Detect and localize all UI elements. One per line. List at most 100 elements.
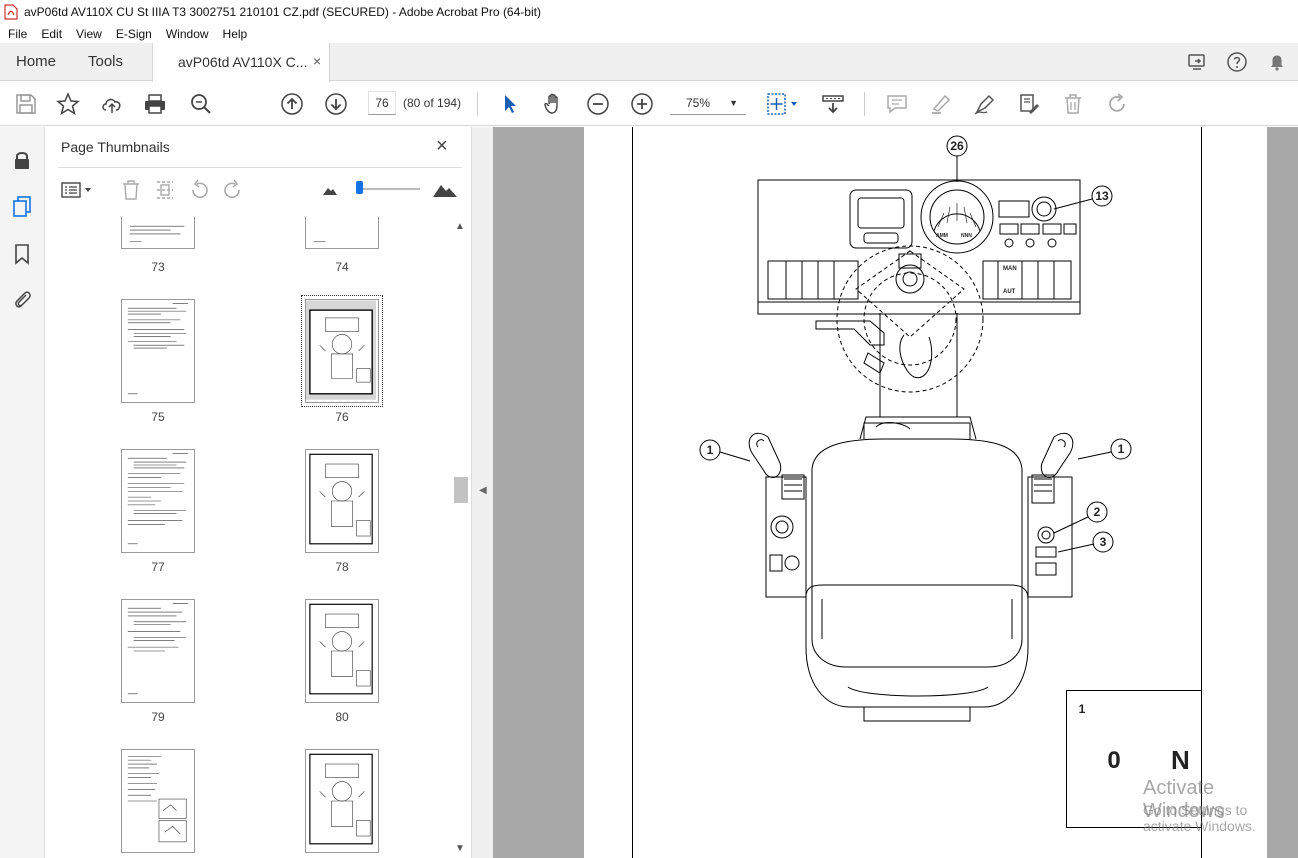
menu-help[interactable]: Help — [216, 27, 255, 41]
callout-2: 2 — [1093, 505, 1101, 519]
page-label: 80 — [335, 710, 349, 724]
zoom-level-dropdown[interactable]: 75% ▼ — [670, 91, 746, 115]
callout-1-right: 1 — [1117, 442, 1125, 456]
pdf-page: 26 13 1 1 2 3 MAN AUT AMM NNN 1 0 N — [584, 127, 1267, 858]
scrollbar-thumb[interactable] — [454, 477, 468, 503]
help-icon[interactable] — [1226, 51, 1248, 73]
thumbnails-scrollbar[interactable]: ▲ ▼ — [451, 219, 469, 858]
tab-tools[interactable]: Tools — [88, 53, 123, 70]
thumbnail-size-slider-handle[interactable] — [356, 181, 363, 194]
menu-view[interactable]: View — [69, 27, 109, 41]
tab-document-label: avP06td AV110X C... — [178, 54, 308, 70]
callout-26: 26 — [950, 139, 964, 153]
delete-pages-icon[interactable] — [120, 179, 142, 201]
legend-number: 1 — [1078, 702, 1086, 716]
large-mountain-icon — [433, 185, 457, 197]
page-thumbnails-icon[interactable] — [11, 195, 33, 217]
share-screen-icon[interactable] — [1186, 51, 1208, 73]
bookmarks-icon[interactable] — [11, 243, 33, 265]
callout-1-left: 1 — [706, 443, 714, 457]
comment-icon[interactable] — [885, 92, 909, 116]
rotate-left-icon[interactable] — [188, 179, 210, 201]
page-thumbnail[interactable] — [305, 449, 379, 553]
options-menu-icon[interactable] — [60, 179, 94, 201]
page-thumbnail-selected[interactable] — [301, 295, 383, 407]
zoom-in-icon[interactable] — [630, 92, 654, 116]
menu-window[interactable]: Window — [159, 27, 216, 41]
delete-trash-icon[interactable] — [1061, 92, 1085, 116]
legend-zero: 0 — [1107, 747, 1121, 774]
scroll-down-arrow-icon[interactable]: ▼ — [455, 843, 465, 854]
page-label: 77 — [151, 560, 165, 574]
notifications-bell-icon[interactable] — [1266, 51, 1288, 73]
hand-tool-icon[interactable] — [542, 92, 566, 116]
gauge-label-left: AMM — [936, 233, 948, 239]
close-tab-button[interactable]: × — [313, 53, 321, 69]
gauge-label-right: NNN — [961, 233, 972, 239]
close-panel-button[interactable]: × — [436, 135, 448, 158]
left-navigation-rail — [0, 127, 45, 858]
page-count-label: (80 of 194) — [403, 96, 462, 110]
zoom-out-icon[interactable] — [586, 92, 610, 116]
chevron-down-icon: ▼ — [729, 98, 738, 108]
fit-page-icon[interactable] — [766, 92, 802, 116]
redo-icon[interactable] — [1105, 92, 1129, 116]
page-label: 79 — [151, 710, 165, 724]
upload-cloud-icon[interactable] — [100, 92, 124, 116]
tabs-row: Home Tools avP06td AV110X C... × — [0, 43, 1298, 82]
page-label: 73 — [151, 260, 165, 274]
page-thumbnail[interactable] — [121, 449, 195, 553]
menu-file[interactable]: File — [0, 27, 34, 41]
panel-splitter[interactable]: ◀ — [471, 127, 493, 858]
menu-edit[interactable]: Edit — [34, 27, 69, 41]
menu-esign[interactable]: E-Sign — [109, 27, 159, 41]
tab-home[interactable]: Home — [16, 53, 56, 70]
menu-bar: File Edit View E-Sign Window Help — [0, 24, 1298, 43]
page-label: 75 — [151, 410, 165, 424]
collapse-panel-arrow-icon[interactable]: ◀ — [479, 485, 487, 496]
page-thumbnail[interactable] — [121, 749, 195, 853]
callout-3: 3 — [1099, 535, 1107, 549]
lock-icon[interactable] — [11, 149, 33, 171]
page-label: 78 — [335, 560, 349, 574]
highlight-pen-icon[interactable] — [929, 92, 953, 116]
tab-document[interactable]: avP06td AV110X C... × — [152, 43, 330, 82]
select-cursor-icon[interactable] — [498, 92, 522, 116]
next-page-icon[interactable] — [324, 92, 348, 116]
page-thumbnail[interactable] — [121, 299, 195, 403]
attachments-paperclip-icon[interactable] — [11, 288, 33, 310]
page-thumbnail[interactable] — [305, 749, 379, 853]
header-right-icons — [1186, 51, 1288, 73]
page-number-input[interactable]: 76 — [368, 91, 396, 115]
small-mountain-icon — [323, 188, 337, 195]
page-thumbnail[interactable] — [305, 599, 379, 703]
print-icon[interactable] — [143, 92, 167, 116]
page-thumbnails-panel: Page Thumbnails × 73 74 75 76 77 78 79 8… — [46, 127, 471, 858]
label-man: MAN — [1003, 266, 1017, 272]
zoom-level-value: 75% — [686, 96, 711, 110]
extract-pages-icon[interactable] — [154, 179, 176, 201]
draw-pen-icon[interactable] — [973, 92, 997, 116]
page-thumbnail[interactable] — [121, 217, 195, 249]
zoom-search-icon[interactable] — [189, 92, 213, 116]
rotate-right-icon[interactable] — [222, 179, 244, 201]
page-label: 74 — [335, 260, 349, 274]
main-toolbar: 76 (80 of 194) 75% ▼ — [0, 82, 1298, 126]
activation-watermark-subtitle: Go to Settings to activate Windows. — [1143, 802, 1256, 834]
panel-title: Page Thumbnails — [61, 139, 170, 155]
bookmark-star-icon[interactable] — [56, 92, 80, 116]
toolbar-divider — [477, 92, 478, 116]
previous-page-icon[interactable] — [280, 92, 304, 116]
save-icon[interactable] — [14, 92, 38, 116]
callout-13: 13 — [1095, 189, 1109, 203]
page-thumbnail[interactable] — [121, 599, 195, 703]
label-aut: AUT — [1003, 289, 1016, 295]
scroll-mode-icon[interactable] — [821, 92, 845, 116]
toolbar-divider — [864, 92, 865, 116]
edit-text-icon[interactable] — [1017, 92, 1041, 116]
thumbnail-size-slider-track[interactable] — [358, 188, 420, 190]
page-label: 76 — [335, 410, 349, 424]
page-thumbnail[interactable] — [305, 217, 379, 249]
thumbnails-list: 73 74 75 76 77 78 79 80 — [46, 217, 456, 858]
scroll-up-arrow-icon[interactable]: ▲ — [455, 221, 465, 232]
